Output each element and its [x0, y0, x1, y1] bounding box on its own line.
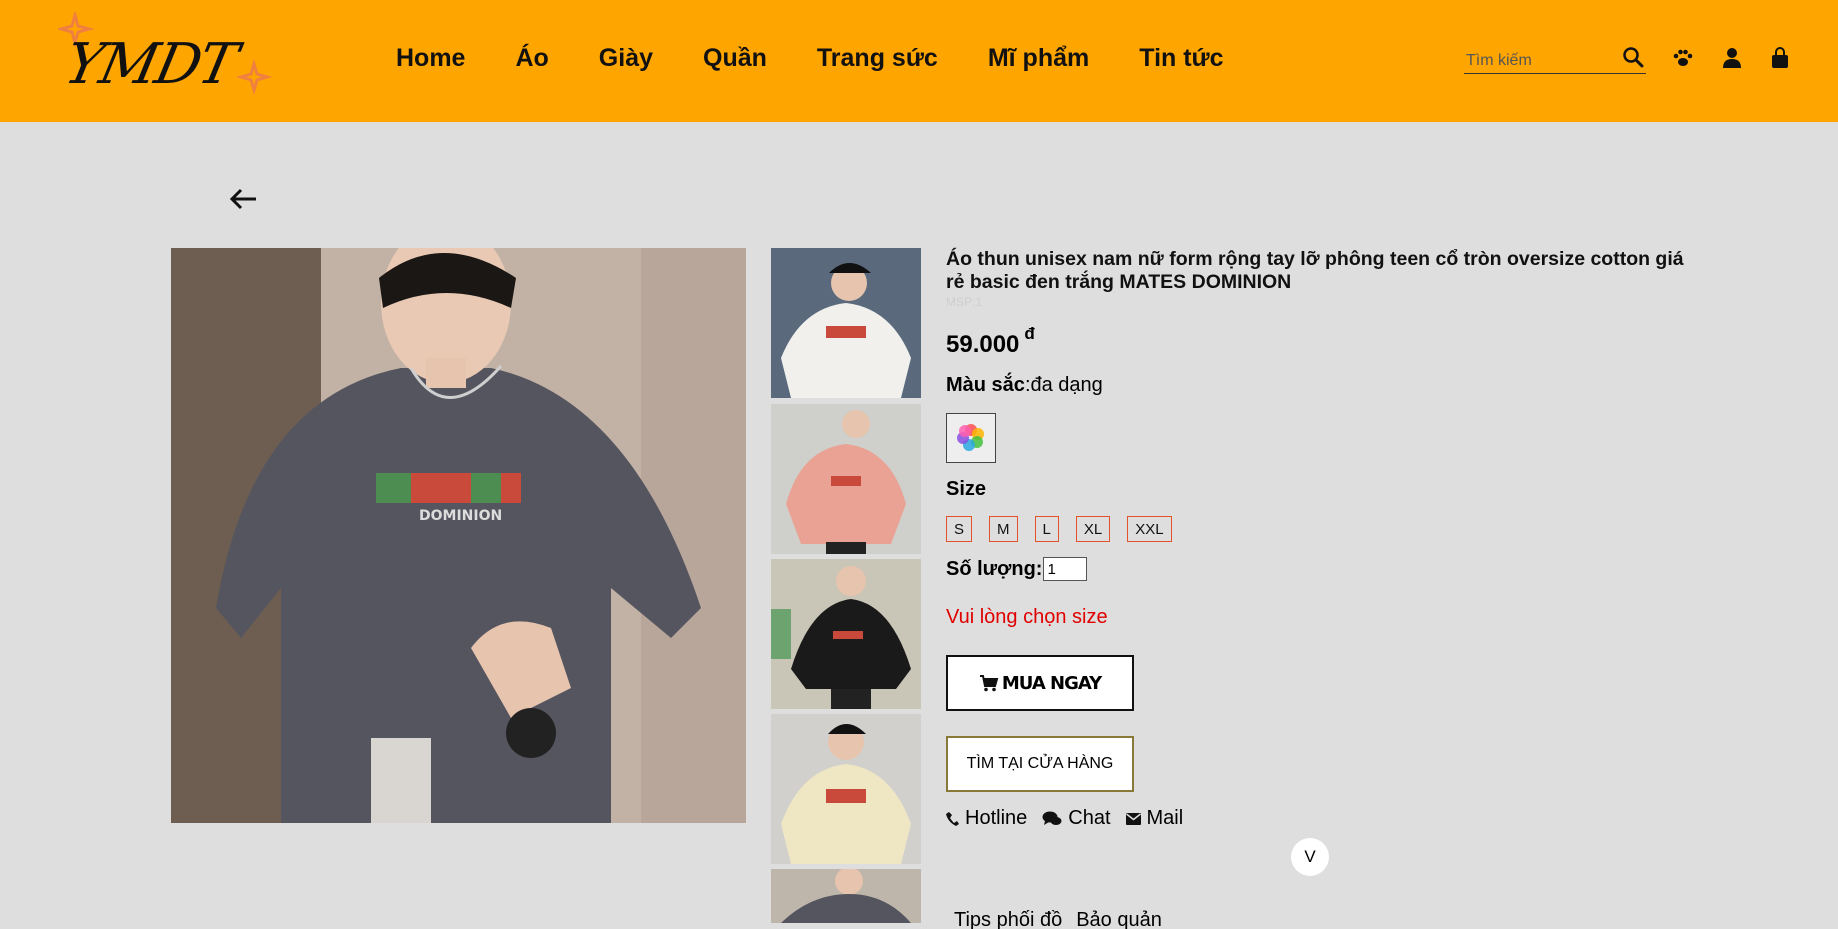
phone-icon	[946, 811, 959, 826]
expand-toggle-button[interactable]: V	[1291, 838, 1329, 876]
size-warning: Vui lòng chọn size	[946, 606, 1108, 628]
mail-icon	[1125, 812, 1141, 825]
search-input[interactable]	[1466, 50, 1616, 72]
mail-link[interactable]: Mail	[1125, 807, 1184, 830]
tab-tips-phoi-do[interactable]: Tips phối đồ	[954, 909, 1062, 929]
tab-bao-quan[interactable]: Bảo quản	[1076, 909, 1162, 929]
main-product-image: DOMINION	[171, 248, 746, 823]
shopping-bag-icon[interactable]	[1769, 47, 1791, 69]
contact-links: Hotline Chat Mail	[946, 807, 1198, 830]
paw-icon[interactable]	[1672, 47, 1694, 69]
size-option-s[interactable]: S	[946, 516, 973, 542]
quantity-label: Số lượng:	[946, 557, 1043, 580]
product-price: 59.000 đ	[946, 324, 1035, 359]
thumbnail-white-shirt[interactable]	[771, 248, 921, 398]
size-options: S M L XL XXL	[946, 516, 1189, 542]
quantity-input[interactable]	[1043, 557, 1088, 581]
currency-symbol: đ	[1024, 324, 1035, 343]
price-value: 59.000	[946, 331, 1020, 358]
chat-label: Chat	[1068, 807, 1111, 829]
nav-tin-tuc[interactable]: Tin tức	[1139, 44, 1223, 73]
thumbnail-cream-shirt[interactable]	[771, 714, 921, 864]
color-row: Màu sắc:đa dạng	[946, 374, 1103, 397]
nav-ao[interactable]: Áo	[515, 44, 548, 73]
color-flower-icon	[957, 424, 984, 451]
thumbnail-pink-shirt[interactable]	[771, 404, 921, 554]
size-option-xl[interactable]: XL	[1075, 516, 1111, 542]
chat-link[interactable]: Chat	[1042, 807, 1111, 830]
quantity-row: Số lượng:	[946, 557, 1088, 581]
main-nav: Home Áo Giày Quần Trang sức Mĩ phẩm Tin …	[396, 44, 1274, 73]
size-option-l[interactable]: L	[1034, 516, 1059, 542]
back-arrow-icon[interactable]	[228, 186, 260, 212]
logo[interactable]: YMDT	[58, 12, 278, 106]
hotline-label: Hotline	[965, 807, 1028, 829]
color-value: :đa dạng	[1024, 374, 1103, 396]
size-option-m[interactable]: M	[989, 516, 1018, 542]
product-sku: MSP:1	[946, 295, 983, 309]
color-label: Màu sắc	[946, 374, 1025, 396]
search-icon[interactable]	[1622, 46, 1644, 73]
size-option-xxl[interactable]: XXL	[1127, 516, 1172, 542]
product-info: Áo thun unisex nam nữ form rộng tay lỡ p…	[946, 248, 1686, 929]
svg-text:DOMINION: DOMINION	[419, 508, 502, 524]
header: YMDT Home Áo Giày Quần Trang sức Mĩ phẩm…	[0, 0, 1838, 122]
nav-trang-suc[interactable]: Trang sức	[817, 44, 938, 73]
thumbnail-black-shirt[interactable]	[771, 559, 921, 709]
nav-home[interactable]: Home	[396, 44, 465, 73]
chat-icon	[1042, 811, 1062, 825]
buy-now-label: MUA NGAY	[1001, 672, 1102, 694]
product-title: Áo thun unisex nam nữ form rộng tay lỡ p…	[946, 248, 1684, 293]
thumbnail-grey-shirt[interactable]	[771, 869, 921, 923]
size-label: Size	[946, 478, 987, 500]
find-in-store-button[interactable]: TÌM TẠI CỬA HÀNG	[946, 736, 1134, 792]
nav-mi-pham[interactable]: Mĩ phẩm	[988, 44, 1089, 73]
color-swatch-multicolor[interactable]	[946, 413, 996, 463]
buy-now-button[interactable]: MUA NGAY	[946, 655, 1134, 711]
cart-icon	[979, 675, 999, 692]
nav-quan[interactable]: Quần	[703, 44, 767, 73]
nav-giay[interactable]: Giày	[599, 44, 653, 73]
search-box	[1464, 46, 1646, 74]
hotline-link[interactable]: Hotline	[946, 807, 1027, 830]
mail-label: Mail	[1146, 807, 1184, 829]
info-tabs: Tips phối đồ Bảo quản	[954, 909, 1176, 929]
logo-text: YMDT	[59, 32, 242, 97]
find-in-store-label: TÌM TẠI CỬA HÀNG	[966, 755, 1114, 772]
user-icon[interactable]	[1721, 47, 1743, 69]
